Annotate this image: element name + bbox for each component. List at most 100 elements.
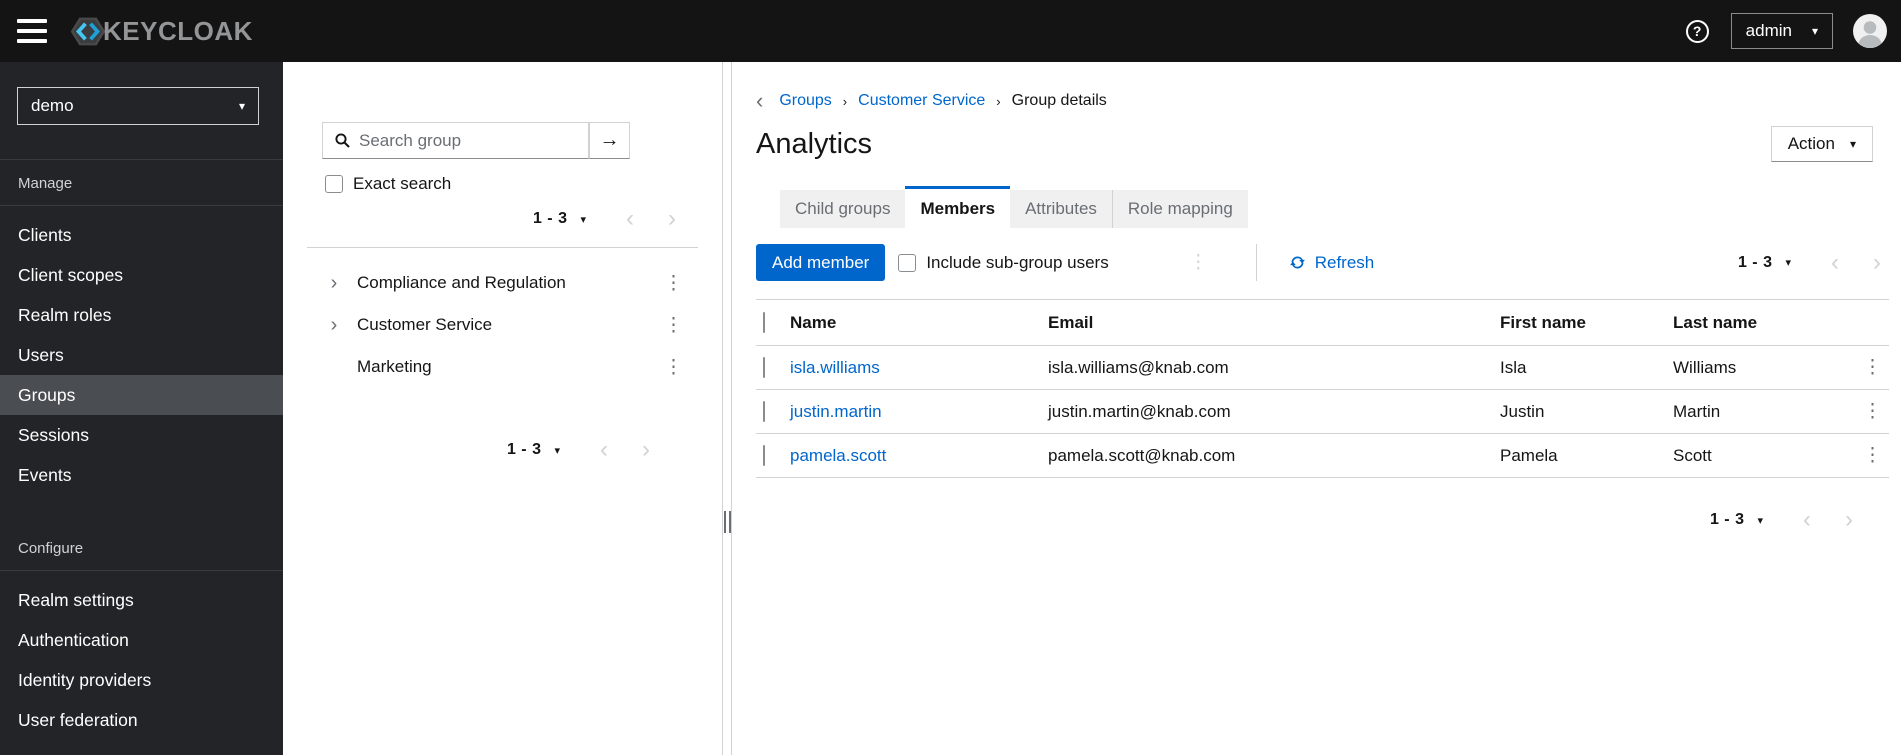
search-submit-button[interactable]: → <box>589 122 630 159</box>
user-menu-label: admin <box>1745 21 1792 40</box>
help-icon[interactable]: ? <box>1685 19 1709 43</box>
row-kebab-icon[interactable]: ⋮ <box>1863 358 1882 377</box>
sidebar-item-groups[interactable]: Groups <box>0 375 283 415</box>
exact-search-checkbox[interactable] <box>325 175 343 193</box>
row-kebab-icon[interactable]: ⋮ <box>1863 446 1882 465</box>
pagination-range: 1 - 3 <box>506 441 542 458</box>
pagination-options-toggle[interactable]: ▾ <box>554 444 560 457</box>
group-name[interactable]: Compliance and Regulation <box>357 273 566 293</box>
chevron-down-icon: ▾ <box>1811 24 1818 38</box>
sidebar-item-users[interactable]: Users <box>0 335 283 375</box>
tab-attributes[interactable]: Attributes <box>1010 190 1112 228</box>
sidebar-item-authentication[interactable]: Authentication <box>0 620 283 660</box>
kebab-menu-icon[interactable]: ⋮ <box>664 358 683 377</box>
pagination-options-toggle[interactable]: ▾ <box>1785 256 1791 269</box>
group-tree-panel: → Exact search 1 - 3 ▾ ‹ › › Compliance … <box>283 62 723 755</box>
member-first-name: Pamela <box>1500 433 1673 478</box>
group-details-main: ‹ Groups › Customer Service › Group deta… <box>731 62 1901 755</box>
breadcrumb-separator-icon: › <box>842 93 848 109</box>
arrow-right-icon: → <box>599 129 620 151</box>
kebab-menu-icon[interactable]: ⋮ <box>664 316 683 335</box>
group-name[interactable]: Marketing <box>357 357 432 377</box>
splitter-drag-handle[interactable] <box>724 511 731 533</box>
search-group-input[interactable] <box>359 130 580 151</box>
action-dropdown[interactable]: Action ▾ <box>1770 126 1873 162</box>
previous-page-button[interactable]: ‹ <box>1831 250 1839 274</box>
tab-members[interactable]: Members <box>905 186 1011 228</box>
column-header-first-name: First name <box>1500 299 1673 346</box>
member-last-name: Martin <box>1673 389 1856 434</box>
next-page-button[interactable]: › <box>642 438 650 462</box>
group-name[interactable]: Customer Service <box>357 315 492 335</box>
user-menu-dropdown[interactable]: admin ▾ <box>1730 13 1833 49</box>
sidebar-item-sessions[interactable]: Sessions <box>0 415 283 455</box>
next-page-button[interactable]: › <box>1873 250 1881 274</box>
group-tree-row: › Customer Service ⋮ <box>307 304 698 346</box>
help-glyph: ? <box>1692 23 1702 39</box>
expand-chevron-icon[interactable]: › <box>327 273 341 293</box>
tab-child-groups[interactable]: Child groups <box>780 190 906 228</box>
toolbar-kebab-icon[interactable]: ⋮ <box>1189 253 1208 272</box>
member-email: isla.williams@knab.com <box>1048 345 1500 390</box>
sidebar-item-user-federation[interactable]: User federation <box>0 700 283 740</box>
breadcrumb: ‹ Groups › Customer Service › Group deta… <box>756 90 1889 112</box>
previous-page-button[interactable]: ‹ <box>626 207 634 231</box>
member-username-link[interactable]: justin.martin <box>790 402 882 421</box>
column-header-email: Email <box>1048 299 1500 346</box>
breadcrumb-link-customer-service[interactable]: Customer Service <box>858 92 985 110</box>
select-all-checkbox[interactable] <box>763 311 765 333</box>
expand-chevron-icon[interactable]: › <box>327 315 341 335</box>
table-row: pamela.scott pamela.scott@knab.com Pamel… <box>756 433 1889 478</box>
member-username-link[interactable]: pamela.scott <box>790 446 886 465</box>
exact-search-label: Exact search <box>353 174 452 193</box>
chevron-down-icon: ▾ <box>1849 137 1856 151</box>
previous-page-button[interactable]: ‹ <box>1803 508 1811 532</box>
sidebar-item-events[interactable]: Events <box>0 455 283 495</box>
previous-page-button[interactable]: ‹ <box>600 438 608 462</box>
next-page-button[interactable]: › <box>668 207 676 231</box>
sidebar-item-realm-roles[interactable]: Realm roles <box>0 295 283 335</box>
divider <box>1255 244 1257 281</box>
tree-pagination-bottom: 1 - 3 ▾ ‹ › <box>307 438 650 462</box>
sidebar-item-identity-providers[interactable]: Identity providers <box>0 660 283 700</box>
refresh-button[interactable]: Refresh <box>1289 252 1375 273</box>
hamburger-icon[interactable] <box>17 19 47 43</box>
member-first-name: Isla <box>1500 345 1673 390</box>
row-checkbox[interactable] <box>763 444 765 466</box>
row-checkbox[interactable] <box>763 400 765 422</box>
breadcrumb-separator-icon: › <box>996 93 1001 109</box>
group-tree-row: Marketing ⋮ <box>307 346 698 388</box>
pagination-options-toggle[interactable]: ▾ <box>1757 514 1763 527</box>
tree-pagination-top: 1 - 3 ▾ ‹ › <box>307 207 676 231</box>
sidebar-item-client-scopes[interactable]: Client scopes <box>0 255 283 295</box>
member-last-name: Scott <box>1673 433 1856 478</box>
breadcrumb-link-groups[interactable]: Groups <box>779 92 831 110</box>
avatar[interactable] <box>1853 14 1887 48</box>
chevron-down-icon: ▾ <box>238 99 245 113</box>
search-group-field <box>322 122 589 159</box>
members-table: Name Email First name Last name isla.wil… <box>756 299 1889 478</box>
include-subgroups-checkbox[interactable] <box>898 253 917 272</box>
pagination-range: 1 - 3 <box>1737 253 1773 271</box>
sidebar-item-clients[interactable]: Clients <box>0 215 283 255</box>
row-kebab-icon[interactable]: ⋮ <box>1863 402 1882 421</box>
row-checkbox[interactable] <box>763 356 765 378</box>
back-chevron-icon[interactable]: ‹ <box>756 90 763 112</box>
sidebar-item-realm-settings[interactable]: Realm settings <box>0 580 283 620</box>
nav-section-configure: Configure <box>18 540 84 557</box>
masthead: KEYCLOAK ? admin ▾ <box>0 0 1901 62</box>
tab-role-mapping[interactable]: Role mapping <box>1111 190 1248 228</box>
refresh-label: Refresh <box>1314 252 1375 272</box>
members-pagination-top: 1 - 3 ▾ ‹ › <box>1737 250 1881 275</box>
pagination-range: 1 - 3 <box>1709 511 1745 528</box>
realm-selector[interactable]: demo ▾ <box>17 87 259 125</box>
sidebar: demo ▾ Manage Clients Client scopes Real… <box>0 62 283 755</box>
member-last-name: Williams <box>1673 345 1856 390</box>
add-member-button[interactable]: Add member <box>756 244 886 281</box>
breadcrumb-current: Group details <box>1011 92 1107 109</box>
member-username-link[interactable]: isla.williams <box>790 358 880 377</box>
next-page-button[interactable]: › <box>1845 508 1853 532</box>
pagination-options-toggle[interactable]: ▾ <box>580 213 586 226</box>
column-header-last-name: Last name <box>1673 299 1856 346</box>
kebab-menu-icon[interactable]: ⋮ <box>664 274 683 293</box>
